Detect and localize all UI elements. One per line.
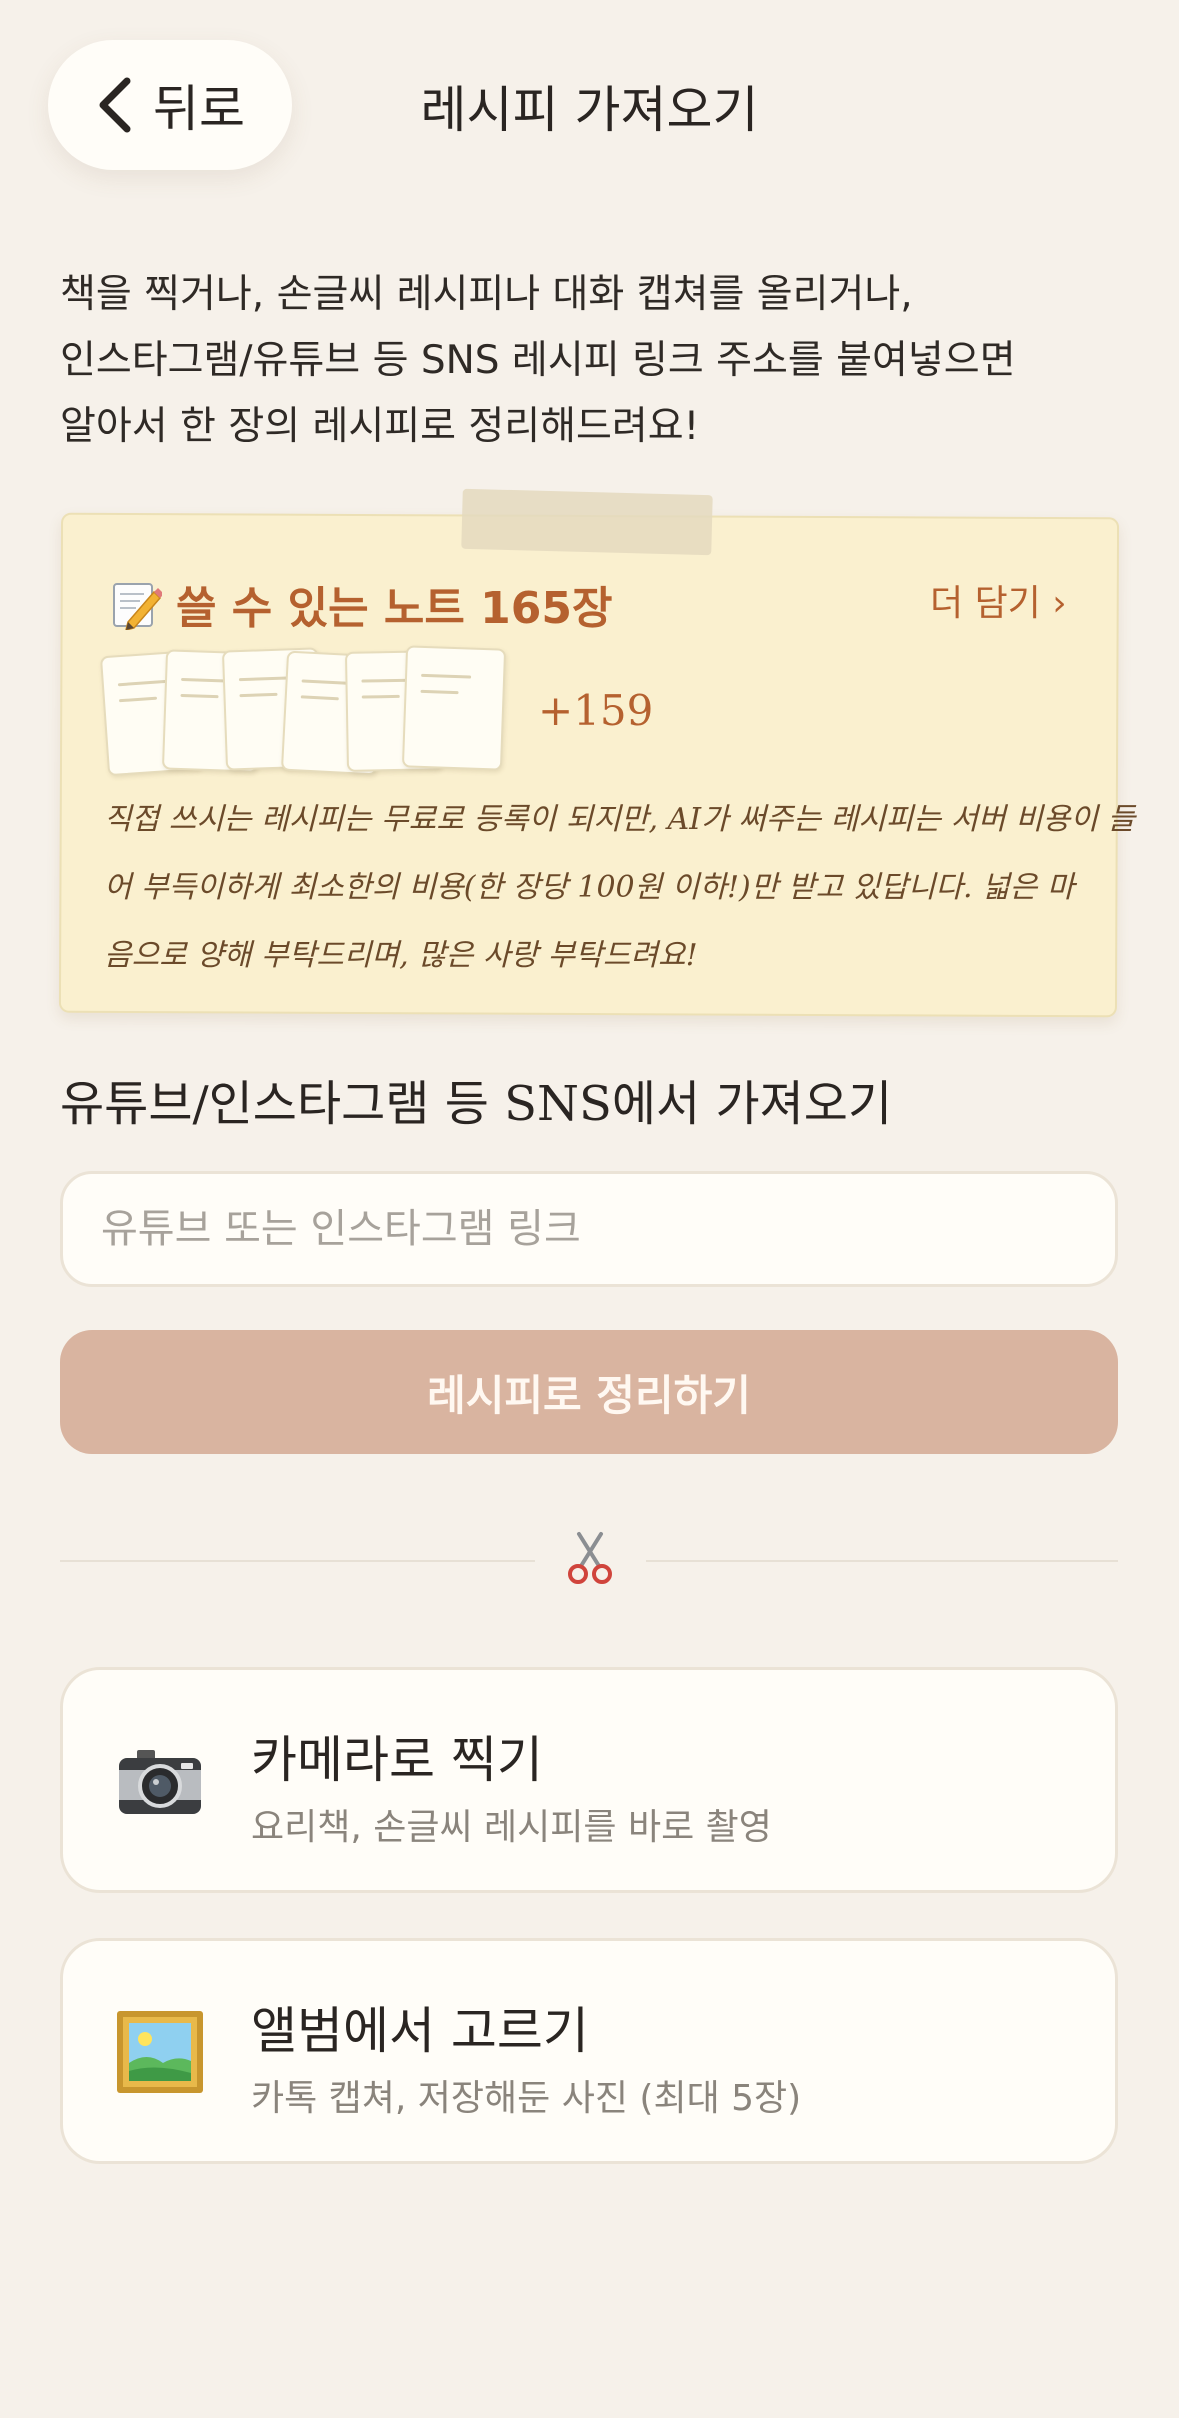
intro-line: 인스타그램/유튜브 등 SNS 레시피 링크 주소를 붙여넣으면 <box>60 338 1016 383</box>
divider-line <box>60 1560 535 1562</box>
choose-from-album-option[interactable]: 앨범에서 고르기 카톡 캡쳐, 저장해둔 사진 (최대 5장) <box>60 1938 1118 2164</box>
tape-decoration <box>461 488 713 556</box>
option-title: 앨범에서 고르기 <box>251 2002 589 2060</box>
note-message: 직접 쓰시는 레시피는 무료로 등록이 되지만, AI가 써주는 레시피는 서버… <box>104 786 1136 990</box>
note-message-line: 직접 쓰시는 레시피는 무료로 등록이 되지만, AI가 써주는 레시피는 서버… <box>104 802 1136 837</box>
take-photo-option[interactable]: 카메라로 찍기 요리책, 손글씨 레시피를 바로 촬영 <box>60 1667 1118 1893</box>
camera-icon <box>119 1750 201 1814</box>
memo-pencil-icon <box>113 583 162 630</box>
option-subtitle: 카톡 캡쳐, 저장해둔 사진 (최대 5장) <box>251 2078 802 2119</box>
extra-notes-count: +159 <box>538 686 654 735</box>
intro-text: 책을 찍거나, 손글씨 레시피나 대화 캡쳐를 올리거나, 인스타그램/유튜브 … <box>60 262 1120 460</box>
note-message-line: 어 부득이하게 최소한의 비용(한 장당 100원 이하!)만 받고 있답니다.… <box>104 870 1075 905</box>
sns-link-input[interactable] <box>60 1171 1118 1287</box>
page-title: 레시피 가져오기 <box>420 81 759 139</box>
note-sheets <box>99 645 520 785</box>
option-subtitle: 요리책, 손글씨 레시피를 바로 촬영 <box>251 1807 772 1848</box>
note-heading: 쓸 수 있는 노트 165장 <box>110 572 612 636</box>
framed-picture-icon <box>117 2011 203 2093</box>
intro-line: 책을 찍거나, 손글씨 레시피나 대화 캡쳐를 올리거나, <box>60 272 913 317</box>
note-sheet <box>401 645 507 771</box>
organize-recipe-button[interactable]: 레시피로 정리하기 <box>60 1330 1118 1454</box>
option-title: 카메라로 찍기 <box>251 1731 543 1789</box>
recipe-import-screen: 뒤로 레시피 가져오기 책을 찍거나, 손글씨 레시피나 대화 캡쳐를 올리거나… <box>0 0 1179 2418</box>
add-notes-link[interactable]: 더 담기 › <box>930 574 1067 626</box>
scissors-icon <box>568 1532 612 1584</box>
divider-line <box>646 1560 1118 1562</box>
intro-line: 알아서 한 장의 레시피로 정리해드려요! <box>60 404 700 449</box>
sns-section-title: 유튜브/인스타그램 등 SNS에서 가져오기 <box>60 1076 893 1132</box>
note-message-line: 음으로 양해 부탁드리며, 많은 사랑 부탁드려요! <box>104 938 698 973</box>
note-count: 쓸 수 있는 노트 165장 <box>176 583 613 634</box>
